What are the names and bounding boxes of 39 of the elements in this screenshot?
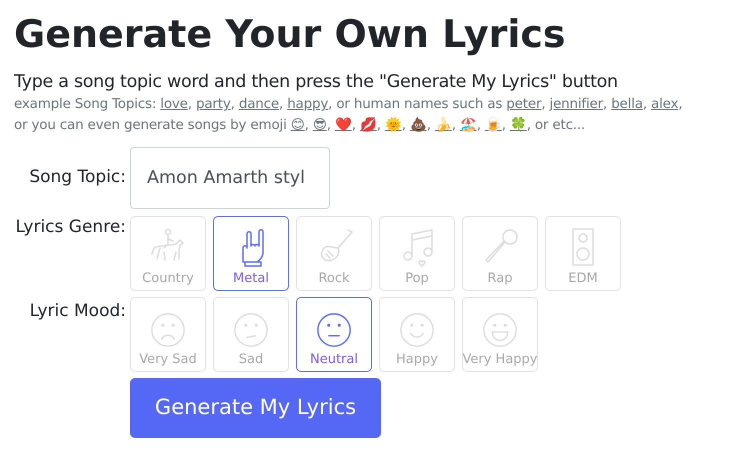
topic-link[interactable]: alex [651, 96, 678, 112]
face-icon [398, 311, 436, 349]
topic-link[interactable]: bella [611, 96, 643, 112]
option-tile[interactable]: Metal [213, 216, 289, 291]
option-tile[interactable]: Happy [379, 297, 455, 372]
option-tile[interactable]: Very Happy [462, 297, 538, 372]
topic-link[interactable]: party [196, 96, 231, 112]
face-icon [232, 311, 270, 349]
field-label: Song Topic: [28, 166, 126, 190]
emoji-link[interactable]: 😎 [312, 117, 327, 133]
emoji-link[interactable]: 💋 [360, 117, 377, 133]
option-tile[interactable]: Rap [462, 216, 538, 291]
field-label: Lyric Mood: [28, 300, 126, 323]
song-topic-field[interactable]: Amon Amarth styl [130, 147, 330, 209]
instructions: Type a song topic word and then press the "Generate My Lyrics" button [14, 71, 619, 94]
emoji-link[interactable]: 🍀 [510, 117, 527, 133]
face-icon [481, 311, 519, 349]
topic-link[interactable]: love [160, 96, 188, 112]
generate-button[interactable]: Generate My Lyrics [130, 378, 381, 438]
field-label: Lyrics Genre: [14, 216, 126, 239]
emoji-link[interactable]: 💩 [410, 117, 427, 133]
option-tile[interactable]: EDM [545, 216, 621, 291]
topic-link[interactable]: happy [287, 96, 328, 112]
emoji-link[interactable]: ❤ [334, 117, 352, 133]
emoji-link[interactable]: 🍺 [484, 117, 502, 133]
page-title: Generate Your Own Lyrics [14, 11, 567, 58]
topic-link[interactable]: jennifier [550, 96, 603, 112]
face-icon [315, 311, 353, 349]
example-topics-text: example Song Topics: love, party, dance, happy, or human names such as peter, jennifier, bella, alex, or you can even generate songs by emoji 😊, 😎, ❤, 💋, 🌞, 💩, 🍌, 🏖, 🍺, 🍀, or etc... [14, 95, 684, 135]
topic-link[interactable]: dance [238, 96, 279, 112]
option-tile[interactable]: Pop [379, 216, 455, 291]
emoji-link[interactable]: 😊 [290, 117, 305, 133]
option-tile[interactable]: Country [130, 216, 206, 291]
face-icon [149, 311, 187, 349]
option-tile[interactable]: Very Sad [130, 297, 206, 372]
option-tile[interactable]: Neutral [296, 297, 372, 372]
option-tile[interactable]: Rock [296, 216, 372, 291]
option-tile[interactable]: Sad [213, 297, 289, 372]
topic-link[interactable]: peter [506, 96, 542, 112]
